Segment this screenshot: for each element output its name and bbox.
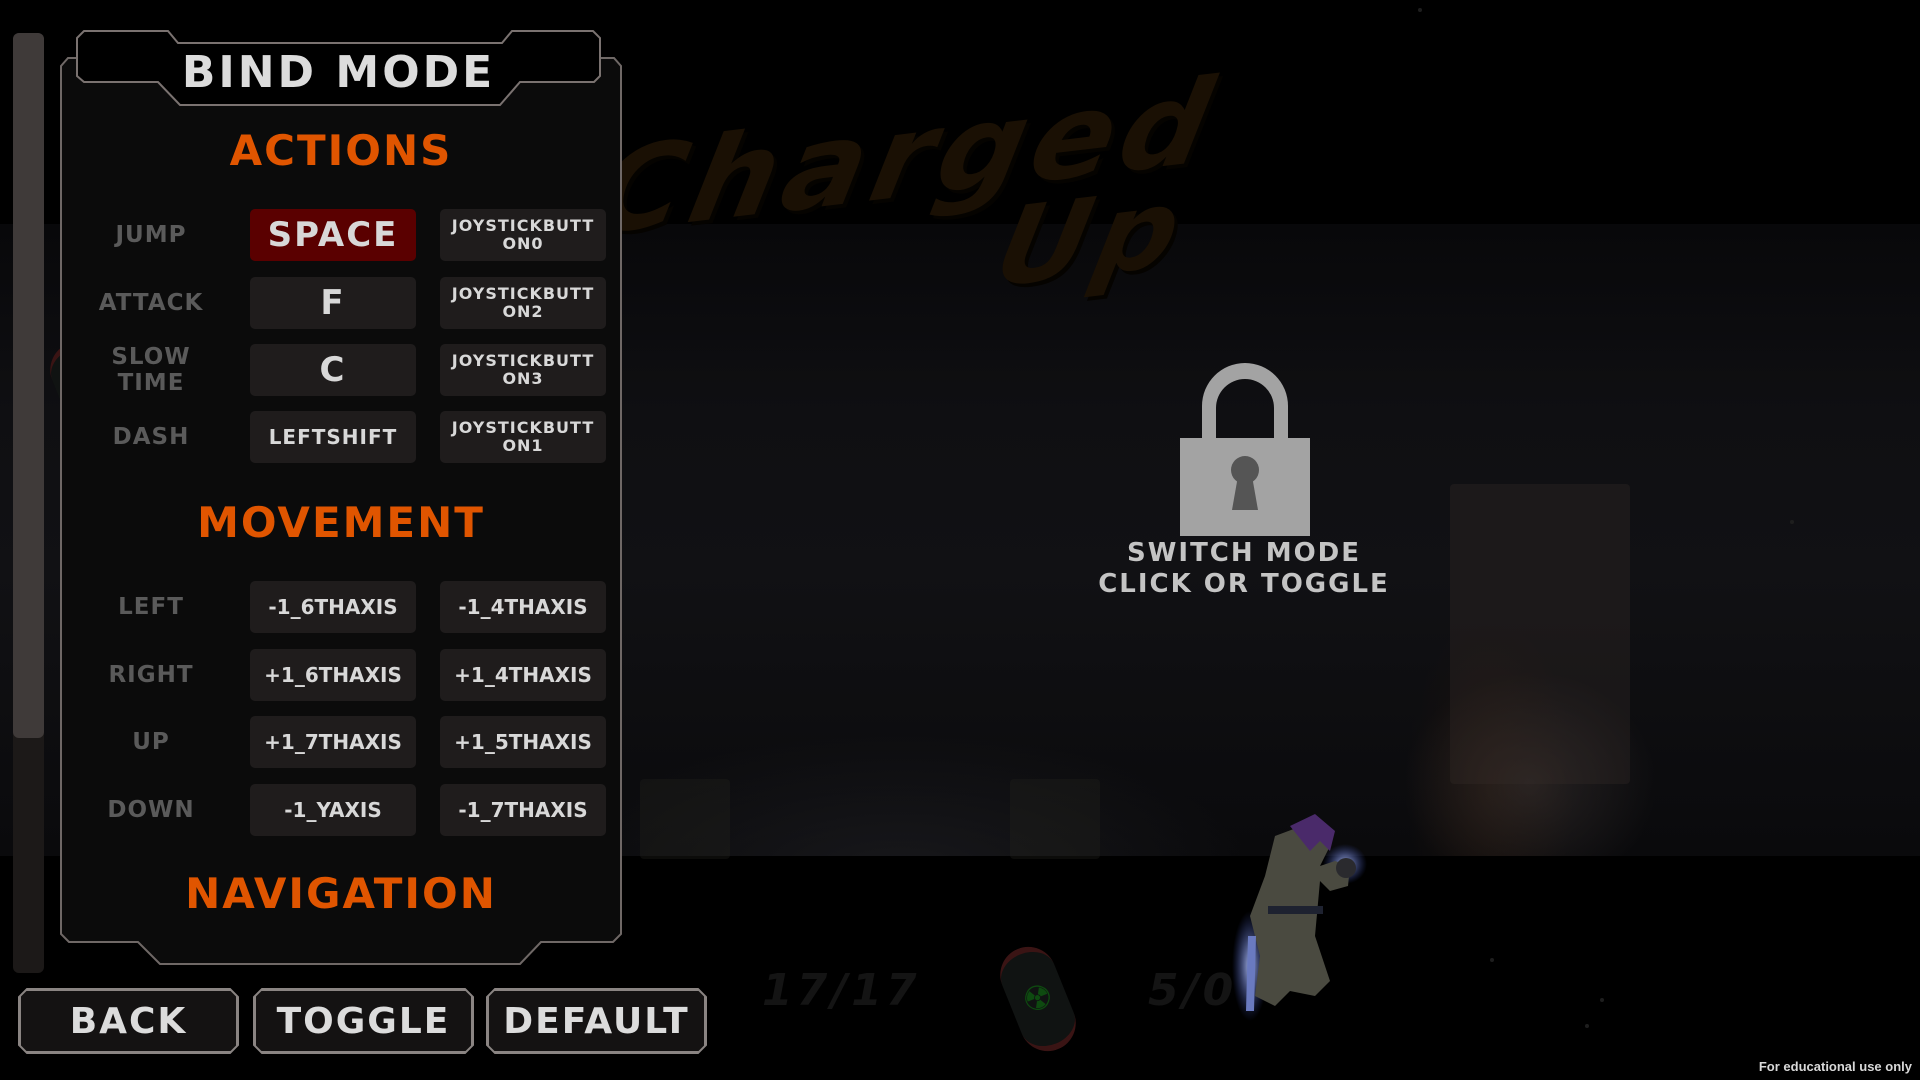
bind-row-jump: Jump Space JoystickButton0: [61, 209, 621, 261]
secondary-binding-button[interactable]: +1_4thAxis: [440, 649, 606, 701]
padlock-icon: [1180, 363, 1310, 536]
bind-row-right: Right +1_6thAxis +1_4thAxis: [61, 649, 621, 701]
bind-label: Attack: [98, 290, 204, 316]
bind-row-dash: Dash LeftShift JoystickButton1: [61, 411, 621, 463]
scene-crate: [1010, 779, 1100, 859]
primary-binding-button[interactable]: Space: [250, 209, 416, 261]
section-heading-actions: Actions: [229, 126, 453, 175]
particle: [1490, 958, 1494, 962]
primary-binding-button[interactable]: F: [250, 277, 416, 329]
bind-label: Slow Time: [111, 344, 191, 396]
particle: [1790, 520, 1794, 524]
secondary-binding-button[interactable]: +1_5thAxis: [440, 716, 606, 768]
default-button[interactable]: Default: [487, 989, 706, 1053]
hud-ammo-counter: 17/17: [762, 965, 921, 1016]
primary-binding-button[interactable]: +1_6thAxis: [250, 649, 416, 701]
secondary-binding-button[interactable]: JoystickButton3: [440, 344, 606, 396]
lock-prompt-line-1: Switch Mode: [1126, 538, 1362, 568]
primary-binding-button[interactable]: LeftShift: [250, 411, 416, 463]
secondary-binding-button[interactable]: -1_7thAxis: [440, 784, 606, 836]
bind-row-up: Up +1_7thAxis +1_5thAxis: [61, 716, 621, 768]
bind-row-down: Down -1_YAxis -1_7thAxis: [61, 784, 621, 836]
particle: [1600, 998, 1604, 1002]
bind-row-slow-time: Slow Time C JoystickButton3: [61, 344, 621, 396]
section-heading-movement: Movement: [197, 498, 485, 547]
lock-prompt-line-2: Click or Toggle: [1098, 569, 1390, 599]
scrollbar-thumb[interactable]: [13, 33, 44, 738]
panel-scrollbar[interactable]: [13, 33, 44, 973]
primary-binding-button[interactable]: -1_YAxis: [250, 784, 416, 836]
secondary-binding-button[interactable]: -1_4thAxis: [440, 581, 606, 633]
bind-label: Up: [132, 729, 170, 755]
toggle-button[interactable]: Toggle: [254, 989, 473, 1053]
scene-doorway: [1450, 484, 1630, 784]
logo-line-2: Up: [985, 162, 1198, 312]
secondary-binding-button[interactable]: JoystickButton1: [440, 411, 606, 463]
bind-row-left: Left -1_6thAxis -1_4thAxis: [61, 581, 621, 633]
secondary-binding-button[interactable]: JoystickButton0: [440, 209, 606, 261]
bind-row-attack: Attack F JoystickButton2: [61, 277, 621, 329]
bind-label: Left: [118, 594, 184, 620]
secondary-binding-button[interactable]: JoystickButton2: [440, 277, 606, 329]
hud-canister: ☢: [991, 938, 1085, 1060]
bind-label: Dash: [112, 424, 190, 450]
section-heading-navigation: Navigation: [185, 869, 497, 918]
primary-binding-button[interactable]: +1_7thAxis: [250, 716, 416, 768]
switch-mode-lock[interactable]: [1150, 352, 1340, 536]
radiation-icon: ☢: [1016, 974, 1060, 1024]
particle: [1585, 1024, 1589, 1028]
panel-title: Bind Mode: [181, 47, 496, 98]
primary-binding-button[interactable]: -1_6thAxis: [250, 581, 416, 633]
watermark-text: For educational use only: [1758, 1059, 1912, 1074]
player-character: [1232, 814, 1367, 1021]
primary-binding-button[interactable]: C: [250, 344, 416, 396]
back-button[interactable]: Back: [19, 989, 238, 1053]
bind-label: Down: [107, 797, 195, 823]
scene-crate: [640, 779, 730, 859]
bind-label: Right: [108, 662, 194, 688]
particle: [1418, 8, 1422, 12]
bind-label: Jump: [115, 222, 187, 248]
